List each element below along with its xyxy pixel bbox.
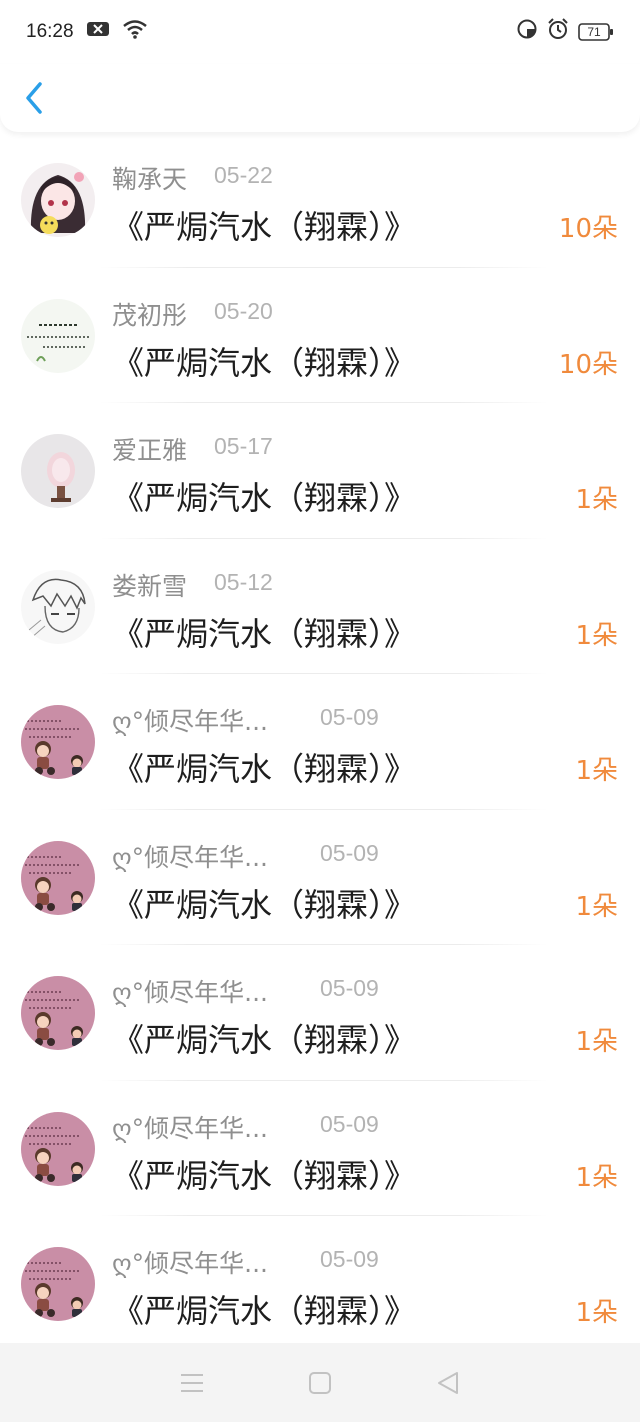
work-title: 《严焗汽水（翔霖）》: [112, 343, 417, 382]
gift-date: 05-20: [214, 297, 273, 324]
alarm-icon: [546, 17, 570, 47]
gift-amount: 10朵: [558, 349, 618, 380]
pink-bottle-avatar: [21, 434, 95, 508]
notification-x-icon: [86, 20, 110, 44]
gift-date: 05-09: [320, 839, 379, 866]
list-item[interactable]: ღ°倾尽年华... 05-09 《严焗汽水（翔霖）》 1朵: [0, 1216, 640, 1352]
list-item[interactable]: ღ°倾尽年华... 05-09 《严焗汽水（翔霖）》 1朵: [0, 810, 640, 945]
gift-amount: 1朵: [575, 1298, 618, 1328]
gift-amount: 1朵: [575, 620, 618, 651]
work-title: 《严焗汽水（翔霖）》: [112, 208, 417, 246]
work-title: 《严焗汽水（翔霖）》: [112, 1021, 417, 1059]
sender-name: ღ°倾尽年华...: [112, 707, 268, 736]
calligraphy-avatar: [21, 298, 95, 373]
system-back-button[interactable]: [428, 1363, 468, 1403]
sender-name: 爱正雅: [112, 436, 188, 465]
list-item[interactable]: 茂初彤 05-20 《严焗汽水（翔霖）》 10朵: [0, 268, 640, 403]
sketch-boy-avatar: [21, 569, 95, 644]
status-right: 71: [516, 17, 614, 47]
back-triangle-icon: [438, 1371, 458, 1394]
sender-name: ღ°倾尽年华...: [112, 1249, 268, 1278]
battery-level: 71: [587, 25, 601, 39]
pink-cartoon-avatar: [21, 840, 95, 915]
gift-date: 05-12: [214, 568, 273, 595]
menu-button[interactable]: [172, 1363, 212, 1403]
gift-amount: 1朵: [575, 485, 618, 515]
status-left: 16:28: [26, 19, 148, 45]
work-title: 《严焗汽水（翔霖）》: [112, 1292, 417, 1330]
list-item[interactable]: ღ°倾尽年华... 05-09 《严焗汽水（翔霖）》 1朵: [0, 945, 640, 1081]
gift-date: 05-09: [320, 704, 379, 730]
gift-amount: 1朵: [575, 891, 618, 922]
system-nav-bar: [0, 1343, 640, 1422]
gift-date: 05-09: [320, 975, 379, 1001]
data-saver-icon: [516, 18, 538, 46]
home-square-icon: [309, 1371, 331, 1394]
work-title: 《严焗汽水（翔霖）》: [112, 750, 417, 788]
gift-amount: 10朵: [558, 214, 618, 244]
gift-date: 05-22: [214, 162, 273, 188]
anime-girl-avatar: [21, 163, 95, 237]
status-bar: 16:28 71: [0, 0, 640, 64]
list-item[interactable]: ღ°倾尽年华... 05-09 《严焗汽水（翔霖）》 1朵: [0, 674, 640, 810]
gift-amount: 1朵: [575, 1027, 618, 1057]
work-title: 《严焗汽水（翔霖）》: [112, 885, 417, 924]
sender-name: ღ°倾尽年华...: [112, 1113, 268, 1143]
sender-name: ღ°倾尽年华...: [112, 978, 268, 1007]
work-title: 《严焗汽水（翔霖）》: [112, 614, 417, 653]
menu-icon: [181, 1373, 203, 1392]
list-item[interactable]: ღ°倾尽年华... 05-09 《严焗汽水（翔霖）》 1朵: [0, 1081, 640, 1216]
pink-cartoon-avatar: [21, 705, 95, 779]
gift-list: 鞠承天 05-22 《严焗汽水（翔霖）》 10朵 茂初彤 05-20 《严焗汽水…: [0, 132, 640, 1352]
pink-cartoon-avatar: [21, 1111, 95, 1186]
gift-date: 05-17: [214, 433, 273, 459]
list-item[interactable]: 鞠承天 05-22 《严焗汽水（翔霖）》 10朵: [0, 132, 640, 268]
pink-cartoon-avatar: [21, 976, 95, 1050]
status-time: 16:28: [26, 21, 74, 42]
wifi-icon: [122, 19, 148, 45]
gift-date: 05-09: [320, 1110, 379, 1137]
gift-amount: 1朵: [575, 1162, 618, 1193]
pink-cartoon-avatar: [21, 1247, 95, 1321]
sender-name: 茂初彤: [112, 300, 188, 330]
list-item[interactable]: 娄新雪 05-12 《严焗汽水（翔霖）》 1朵: [0, 539, 640, 674]
sender-name: ღ°倾尽年华...: [112, 842, 268, 872]
header: [0, 64, 640, 132]
back-button[interactable]: [20, 78, 52, 118]
work-title: 《严焗汽水（翔霖）》: [112, 479, 417, 517]
home-button[interactable]: [300, 1363, 340, 1403]
sender-name: 娄新雪: [112, 571, 188, 601]
list-item[interactable]: 爱正雅 05-17 《严焗汽水（翔霖）》 1朵: [0, 403, 640, 539]
sender-name: 鞠承天: [112, 165, 188, 194]
battery-icon: 71: [578, 22, 614, 42]
gift-date: 05-09: [320, 1246, 379, 1272]
chevron-left-icon: [26, 82, 42, 114]
gift-amount: 1朵: [575, 756, 618, 786]
work-title: 《严焗汽水（翔霖）》: [112, 1156, 417, 1195]
